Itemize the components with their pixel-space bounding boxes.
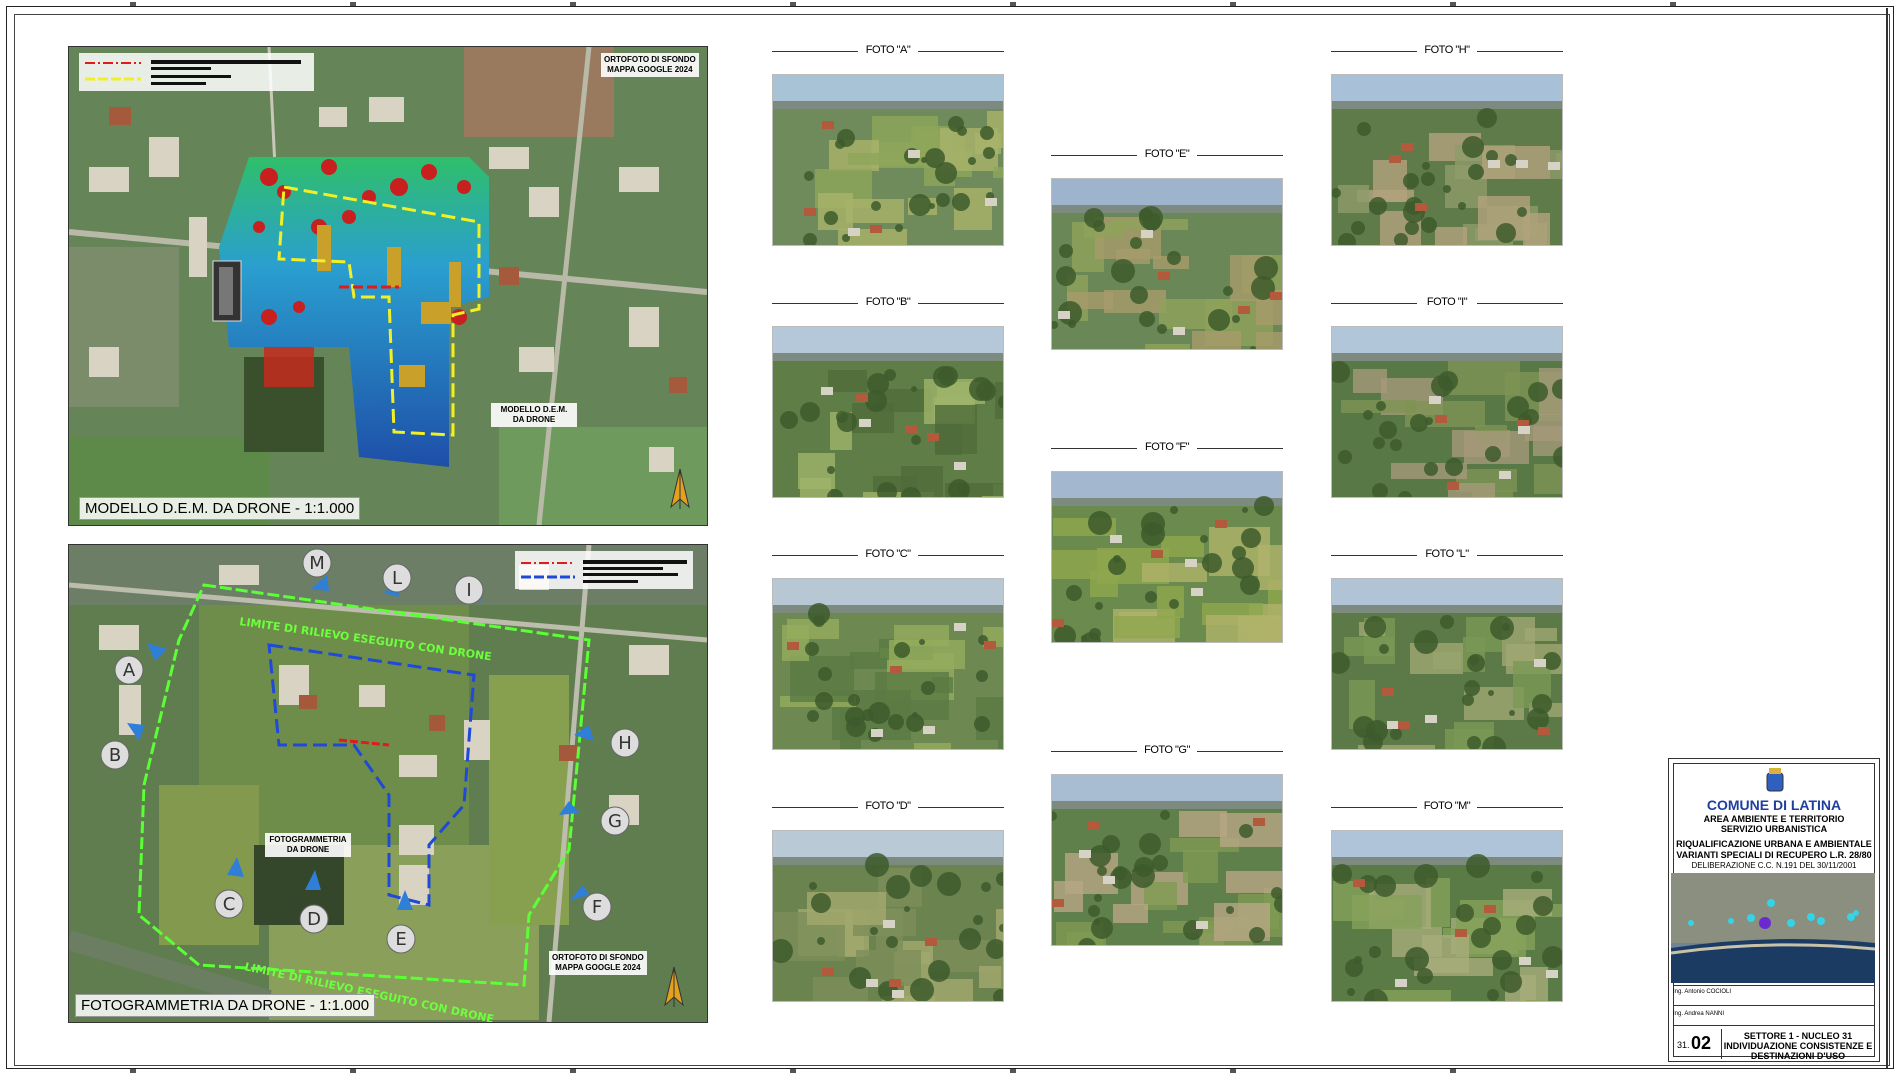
frame-tick	[130, 2, 136, 6]
photo-l[interactable]	[1331, 578, 1563, 750]
dem-inset-note: MODELLO D.E.M. DA DRONE	[491, 403, 577, 427]
project-title: RIQUALIFICAZIONE URBANA E AMBIENTALE VARI…	[1676, 839, 1872, 860]
photo-title-c: FOTO "C"	[772, 548, 1004, 562]
signature-2: Ing. Andrea NANNI	[1673, 1011, 1725, 1017]
frame-tick	[570, 1069, 576, 1073]
dem-background-note: ORTOFOTO DI SFONDO MAPPA GOOGLE 2024	[601, 53, 699, 77]
frame-tick	[1450, 1069, 1456, 1073]
coat-of-arms-icon	[1765, 767, 1785, 793]
photo-e[interactable]	[1051, 178, 1283, 350]
frame-tick	[1230, 2, 1236, 6]
photo-c[interactable]	[772, 578, 1004, 750]
photo-title-a: FOTO "A"	[772, 44, 1004, 58]
frame-tick	[350, 2, 356, 6]
photo-title-g: FOTO "G"	[1051, 744, 1283, 758]
dem-legend	[79, 53, 314, 91]
frame-tick	[790, 2, 796, 6]
frame-right-edge	[1886, 8, 1888, 1068]
north-arrow-icon	[659, 965, 689, 1009]
signature-1: Ing. Antonio COCIOLI	[1673, 989, 1732, 995]
photo-title-l: FOTO "L"	[1331, 548, 1563, 562]
photo-b[interactable]	[772, 326, 1004, 498]
frame-tick	[350, 1069, 356, 1073]
photo-title-d: FOTO "D"	[772, 800, 1004, 814]
frame-tick	[1230, 1069, 1236, 1073]
comune-name: COMUNE DI LATINA	[1706, 797, 1842, 813]
dem-map-image	[69, 47, 707, 525]
title-block: COMUNE DI LATINA AREA AMBIENTE E TERRITO…	[1668, 758, 1880, 1062]
photo-title-h: FOTO "H"	[1331, 44, 1563, 58]
photo-title-i: FOTO "I"	[1331, 296, 1563, 310]
photo-title-f: FOTO "F"	[1051, 441, 1283, 455]
department: AREA AMBIENTE E TERRITORIO SERVIZIO URBAN…	[1703, 814, 1845, 834]
sheet-number: 31. 02	[1673, 1029, 1722, 1059]
photo-h[interactable]	[1331, 74, 1563, 246]
frame-tick	[570, 2, 576, 6]
frame-tick	[790, 1069, 796, 1073]
frame-tick	[1670, 2, 1676, 6]
photogrammetry-background-note: ORTOFOTO DI SFONDO MAPPA GOOGLE 2024	[549, 951, 647, 975]
location-map	[1671, 873, 1875, 983]
frame-tick	[130, 1069, 136, 1073]
photo-title-m: FOTO "M"	[1331, 800, 1563, 814]
delibera: DELIBERAZIONE C.C. N.191 DEL 30/11/2001	[1691, 861, 1857, 870]
photo-f[interactable]	[1051, 471, 1283, 643]
photogrammetry-inset-note: FOTOGRAMMETRIA DA DRONE	[265, 833, 351, 857]
frame-tick	[1010, 2, 1016, 6]
photo-title-e: FOTO "E"	[1051, 148, 1283, 162]
photo-a[interactable]	[772, 74, 1004, 246]
photogrammetry-map[interactable]: LIMITE DI RILIEVO ESEGUITO CON DRONE LIM…	[68, 544, 708, 1023]
photo-title-b: FOTO "B"	[772, 296, 1004, 310]
photo-m[interactable]	[1331, 830, 1563, 1002]
photogrammetry-map-title: FOTOGRAMMETRIA DA DRONE - 1:1.000	[75, 994, 376, 1017]
frame-tick	[1450, 2, 1456, 6]
dem-map[interactable]: ORTOFOTO DI SFONDO MAPPA GOOGLE 2024 MOD…	[68, 46, 708, 526]
photo-g[interactable]	[1051, 774, 1283, 946]
sheet-description: SETTORE 1 - NUCLEO 31 INDIVIDUAZIONE CON…	[1723, 1031, 1873, 1061]
photo-i[interactable]	[1331, 326, 1563, 498]
photo-d[interactable]	[772, 830, 1004, 1002]
north-arrow-icon	[665, 467, 695, 511]
frame-tick	[1010, 1069, 1016, 1073]
dem-map-title: MODELLO D.E.M. DA DRONE - 1:1.000	[79, 497, 361, 520]
photogrammetry-legend	[515, 551, 693, 589]
